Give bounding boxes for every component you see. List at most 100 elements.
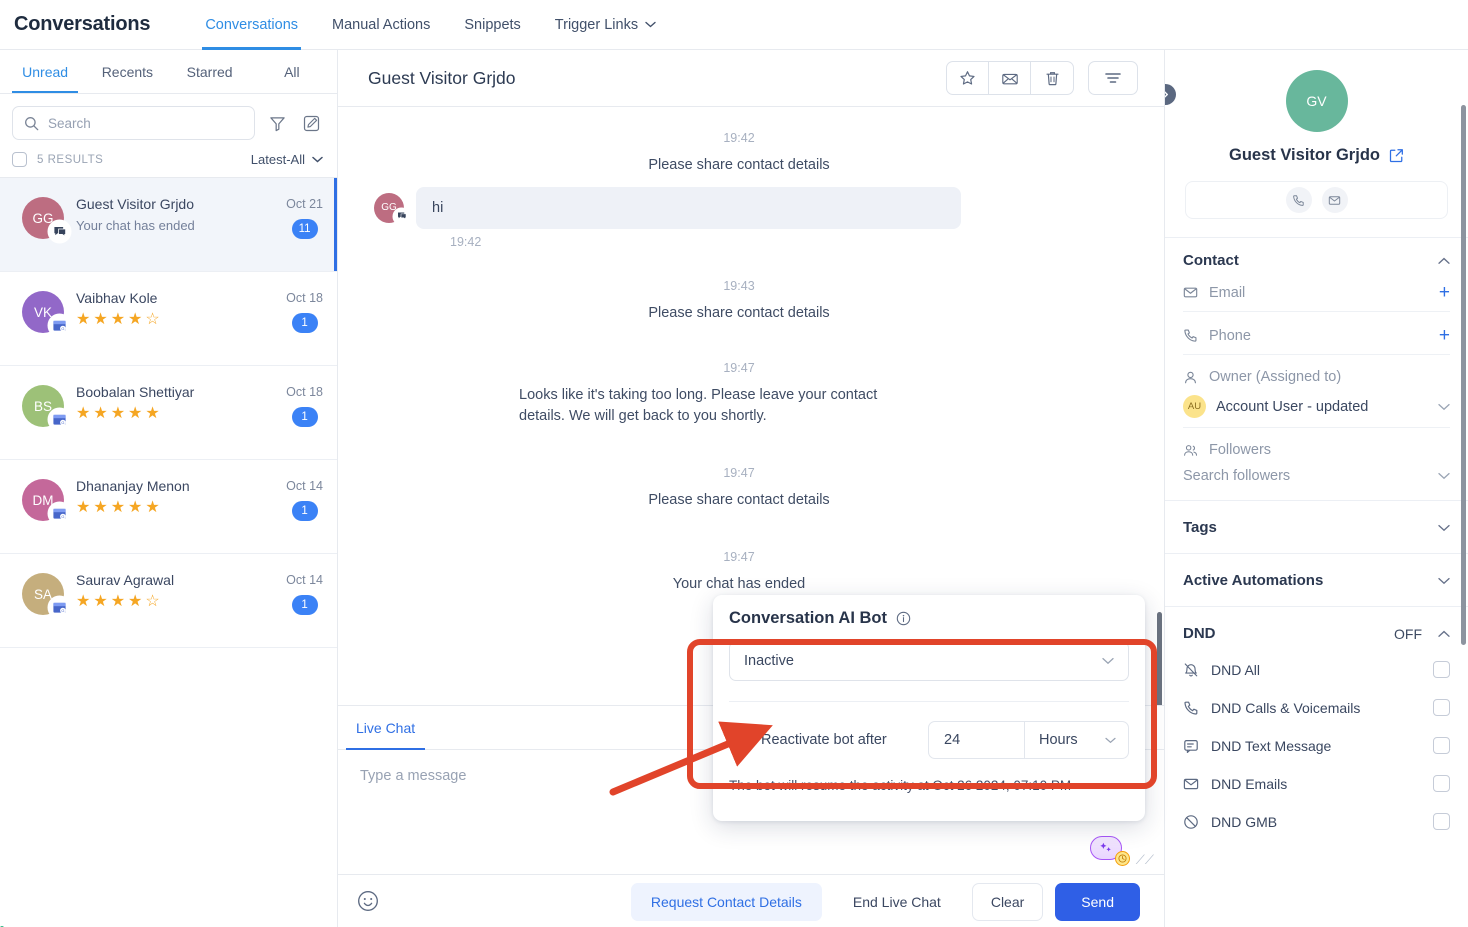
duration-input[interactable]: 24	[929, 722, 1024, 758]
composer-tab-label: Live Chat	[356, 720, 416, 736]
tab-trigger-links[interactable]: Trigger Links	[538, 0, 673, 50]
contact-panel-scrollbar[interactable]	[1461, 105, 1466, 645]
owner-avatar: AU	[1183, 395, 1206, 418]
select-all-checkbox[interactable]	[12, 152, 27, 167]
list-item[interactable]: SA G Saurav Agrawal ★ ★ ★ ★ ☆ Oct 14 1	[0, 554, 337, 648]
dnd-item-text-checkbox[interactable]	[1433, 737, 1450, 754]
dnd-item-gmb-checkbox[interactable]	[1433, 813, 1450, 830]
filter-tab-all[interactable]: All	[251, 50, 333, 93]
filter-icon[interactable]	[265, 111, 289, 135]
avatar-initials: GG	[32, 210, 54, 226]
followers-search-select[interactable]: Search followers	[1183, 468, 1450, 484]
star-filled-icon: ★	[110, 311, 126, 328]
contact-name-text: Guest Visitor Grjdo	[1229, 146, 1380, 164]
dnd-state: OFF	[1394, 625, 1422, 642]
chevron-down-icon	[1102, 657, 1114, 665]
mark-unread-button[interactable]	[989, 62, 1031, 94]
tab-conversations[interactable]: Conversations	[188, 0, 315, 50]
chevron-up-icon	[1438, 257, 1450, 265]
open-external-icon[interactable]	[1389, 148, 1404, 163]
filter-tab-unread[interactable]: Unread	[4, 50, 86, 93]
dnd-item-text[interactable]: DND Text Message	[1183, 726, 1450, 764]
request-contact-details-button[interactable]: Request Contact Details	[630, 882, 822, 921]
search-row	[0, 94, 337, 148]
dnd-item-emails-checkbox[interactable]	[1433, 775, 1450, 792]
emoji-picker-icon[interactable]	[356, 889, 382, 915]
unread-badge: 1	[291, 501, 318, 521]
messages-scrollbar[interactable]	[1157, 612, 1162, 705]
gmb-channel-icon: G	[49, 503, 70, 524]
clear-button[interactable]: Clear	[971, 882, 1044, 921]
dnd-item-emails[interactable]: DND Emails	[1183, 764, 1450, 802]
conversation-list[interactable]: GG Guest Visitor Grjdo Your chat has end…	[0, 178, 337, 878]
add-phone-icon[interactable]: +	[1439, 326, 1450, 345]
system-message: Please share contact details	[648, 492, 830, 508]
rating-stars: ★ ★ ★ ★ ★	[76, 406, 274, 422]
star-filled-icon: ★	[93, 593, 108, 610]
duration-unit-select[interactable]: Hours	[1024, 722, 1128, 758]
bot-status-select[interactable]: Inactive	[729, 641, 1129, 681]
dnd-item-gmb[interactable]: DND GMB	[1183, 802, 1450, 840]
star-filled-icon: ★	[93, 499, 108, 516]
send-button[interactable]: Send	[1055, 882, 1140, 921]
email-icon[interactable]	[1321, 187, 1348, 213]
filter-tab-starred[interactable]: Starred	[169, 50, 251, 93]
tab-manual-actions[interactable]: Manual Actions	[315, 0, 447, 50]
compose-icon[interactable]	[299, 111, 323, 135]
email-field-row[interactable]: Email +	[1183, 269, 1450, 312]
delete-button[interactable]	[1031, 62, 1073, 94]
call-icon[interactable]	[1285, 187, 1312, 213]
message-timestamp: 19:43	[723, 278, 755, 293]
filter-tab-recents[interactable]: Recents	[86, 50, 168, 93]
dnd-section-header[interactable]: DND OFF	[1183, 625, 1450, 642]
sort-messages-button[interactable]	[1088, 61, 1138, 95]
tab-trigger-links-label: Trigger Links	[554, 16, 639, 33]
conversation-date: Oct 21	[286, 197, 323, 211]
svg-text:G: G	[61, 420, 64, 425]
dnd-item-calls-checkbox[interactable]	[1433, 699, 1450, 716]
search-input[interactable]	[48, 115, 243, 131]
automations-section-header[interactable]: Active Automations	[1183, 572, 1450, 589]
dnd-section: DND OFF DND All DND Calls & Voicemails D…	[1165, 607, 1468, 840]
star-filled-icon: ★	[93, 405, 108, 422]
ai-popover-title: Conversation AI Bot	[729, 609, 887, 627]
list-item[interactable]: VK G Vaibhav Kole ★ ★ ★ ★ ☆ Oct 18 1	[0, 272, 337, 366]
contact-name: Guest Visitor Grjdo	[76, 196, 195, 212]
info-icon[interactable]	[896, 611, 911, 626]
list-item[interactable]: DM G Dhananjay Menon ★ ★ ★ ★ ★ Oct 14 1	[0, 460, 337, 554]
list-item[interactable]: GG Guest Visitor Grjdo Your chat has end…	[0, 178, 337, 272]
dnd-item-all[interactable]: DND All	[1183, 650, 1450, 688]
add-email-icon[interactable]: +	[1439, 283, 1450, 302]
dnd-item-all-checkbox[interactable]	[1433, 661, 1450, 678]
composer-tab-live-chat[interactable]: Live Chat	[346, 706, 426, 750]
owner-select[interactable]: AU Account User - updated	[1183, 395, 1450, 418]
slash-circle-icon	[1183, 814, 1199, 830]
sort-dropdown[interactable]: Latest-All	[251, 152, 323, 167]
reactivate-bot-checkbox[interactable]	[729, 731, 747, 749]
rating-stars: ★ ★ ★ ★ ★	[76, 500, 274, 516]
composer-buttons: Request Contact Details End Live Chat Cl…	[630, 882, 1140, 921]
unread-badge: 11	[291, 219, 318, 239]
search-box[interactable]	[12, 106, 255, 140]
contact-section-header[interactable]: Contact	[1183, 252, 1450, 269]
dnd-item-calls[interactable]: DND Calls & Voicemails	[1183, 688, 1450, 726]
contact-quick-actions	[1185, 181, 1448, 219]
divider	[729, 701, 1129, 702]
unread-badge: 1	[291, 313, 318, 333]
user-icon	[1183, 370, 1198, 385]
resize-handle[interactable]: ⟋⟋	[1136, 852, 1154, 868]
tags-section: Tags	[1165, 501, 1468, 554]
tab-snippets[interactable]: Snippets	[447, 0, 537, 50]
tags-section-header[interactable]: Tags	[1183, 519, 1450, 536]
list-item[interactable]: BS G Boobalan Shettiyar ★ ★ ★ ★ ★ Oct 18…	[0, 366, 337, 460]
list-item-body: Boobalan Shettiyar ★ ★ ★ ★ ★	[76, 383, 274, 422]
chevron-down-icon	[1105, 737, 1116, 744]
conversation-date: Oct 18	[286, 291, 323, 305]
conversations-app: Conversations Conversations Manual Actio…	[0, 0, 1468, 927]
chevron-down-icon	[645, 21, 656, 28]
phone-field-row[interactable]: Phone +	[1183, 312, 1450, 355]
star-button[interactable]	[947, 62, 989, 94]
contact-name: Vaibhav Kole	[76, 290, 158, 306]
end-live-chat-button[interactable]: End Live Chat	[833, 882, 960, 921]
filter-tab-all-label: All	[284, 63, 300, 80]
